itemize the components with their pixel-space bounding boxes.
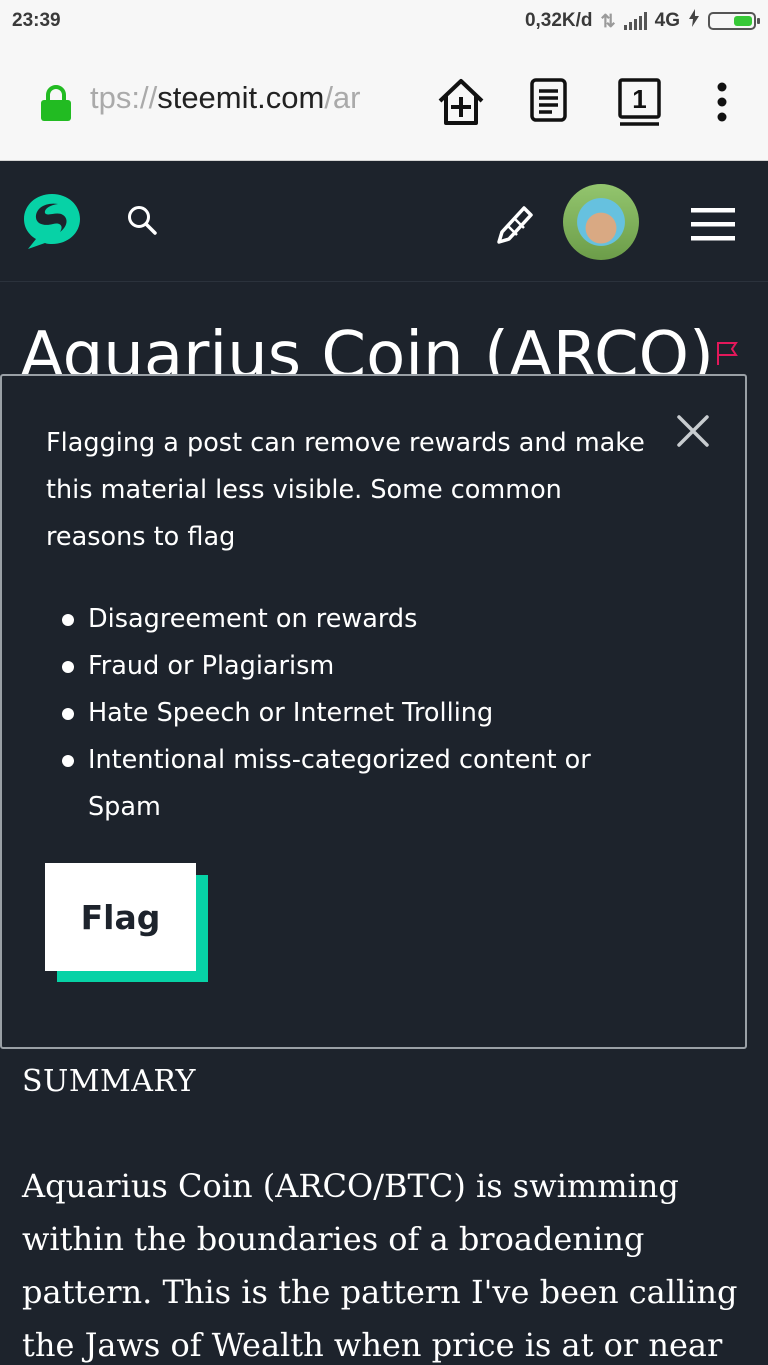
flag-reasons-list: Disagreement on rewards Fraud or Plagiar… [62,596,648,831]
flag-dialog-intro: Flagging a post can remove rewards and m… [46,428,645,552]
data-transfer-icon: ⇅ [600,10,616,31]
pencil-icon[interactable] [494,200,536,248]
lock-icon [40,84,72,126]
flag-button[interactable]: Flag [45,863,196,971]
list-item: Intentional miss-categorized content or … [62,737,648,831]
url-suffix: /ar [324,80,361,115]
network-speed: 0,32K/d [524,10,593,31]
url-host: steemit.com [157,80,325,115]
list-item: Fraud or Plagiarism [62,643,648,690]
user-avatar[interactable] [563,184,639,260]
section-heading: SUMMARY [22,1064,196,1099]
reader-mode-icon[interactable] [530,76,568,130]
charging-icon [688,9,700,33]
close-icon[interactable] [674,412,712,450]
post-body: Aquarius Coin (ARCO/BTC) is swimming wit… [22,1167,738,1364]
search-icon[interactable] [126,204,158,240]
flag-button-container: Flag [45,863,208,983]
add-to-home-icon[interactable] [436,76,486,132]
url-bar[interactable]: tps://steemit.com/ar [90,80,412,124]
tab-count: 1 [632,84,646,114]
status-time: 23:39 [12,10,61,31]
status-indicators: 0,32K/d ⇅ 4G [524,9,760,33]
browser-toolbar: tps://steemit.com/ar 1 [0,44,768,161]
signal-strength-icon [623,12,647,30]
steemit-logo[interactable] [20,190,84,256]
hamburger-menu-icon[interactable] [690,206,736,246]
battery-icon [708,12,760,30]
url-prefix: tps:// [90,80,158,115]
list-item: Hate Speech or Internet Trolling [62,690,648,737]
app-header [0,162,768,282]
list-item: Disagreement on rewards [62,596,648,643]
battery-level [734,16,752,26]
network-type: 4G [654,10,680,31]
more-options-icon[interactable] [712,76,732,132]
flag-icon[interactable] [715,340,739,370]
url-fade [372,80,414,124]
flag-dialog: Flagging a post can remove rewards and m… [0,374,747,1049]
status-bar: 23:39 0,32K/d ⇅ 4G [0,0,768,44]
tabs-icon[interactable]: 1 [617,76,663,132]
